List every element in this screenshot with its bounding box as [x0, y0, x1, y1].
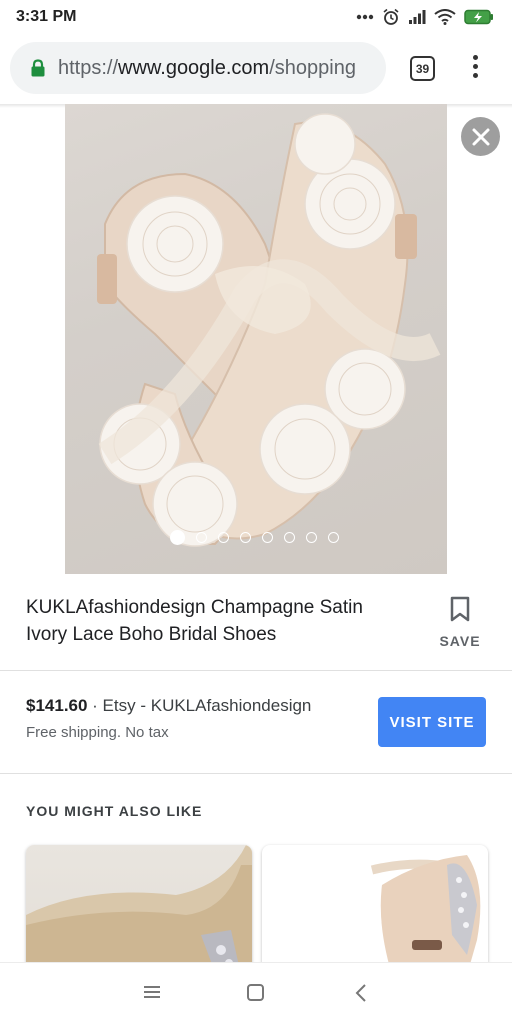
carousel-dot[interactable]	[196, 532, 207, 543]
divider	[0, 670, 512, 671]
back-icon[interactable]	[354, 983, 368, 1003]
section-heading: YOU MIGHT ALSO LIKE	[26, 803, 203, 819]
system-nav-bar	[0, 962, 512, 1024]
divider	[0, 773, 512, 774]
ankle-strap-heel-photo	[370, 855, 481, 975]
status-time: 3:31 PM	[16, 8, 77, 25]
bookmark-icon	[450, 596, 470, 622]
glitter-pump-photo	[26, 845, 252, 975]
carousel-dots	[170, 530, 339, 545]
url-path: /shopping	[269, 56, 356, 79]
lock-icon	[31, 59, 45, 77]
product-image[interactable]	[65, 104, 447, 574]
carousel-dot[interactable]	[328, 532, 339, 543]
url-domain: www.google.com	[118, 56, 270, 79]
carousel-dot[interactable]	[306, 532, 317, 543]
recommendation-card[interactable]	[26, 845, 252, 975]
url-scheme: https://	[58, 56, 119, 79]
home-icon[interactable]	[246, 983, 266, 1003]
seller-name: · Etsy - KUKLAfashiondesign	[87, 696, 312, 715]
price: $141.60	[26, 696, 88, 715]
wifi-icon	[434, 9, 456, 25]
tab-switcher-icon[interactable]: 39	[410, 56, 435, 81]
signal-icon	[409, 10, 426, 24]
carousel-dot[interactable]	[240, 532, 251, 543]
visit-site-button[interactable]: VISIT SITE	[378, 697, 486, 747]
carousel-dot[interactable]	[262, 532, 273, 543]
recommendation-card[interactable]	[262, 845, 488, 975]
save-label: SAVE	[439, 633, 481, 649]
overflow-menu-icon[interactable]	[466, 55, 484, 83]
browser-toolbar: https://www.google.com/shopping 39	[0, 34, 512, 104]
bridal-shoes-photo	[97, 113, 441, 547]
battery-charging-icon	[464, 9, 493, 25]
status-bar: 3:31 PM	[0, 0, 512, 34]
close-icon	[472, 128, 489, 145]
address-bar[interactable]: https://www.google.com/shopping	[10, 42, 386, 94]
alarm-icon	[383, 8, 399, 25]
product-title: KUKLAfashiondesign Champagne Satin Ivory…	[26, 597, 363, 645]
carousel-dot[interactable]	[170, 530, 185, 545]
carousel-dot[interactable]	[284, 532, 295, 543]
shipping-info: Free shipping. No tax	[26, 724, 169, 741]
recents-icon[interactable]	[143, 983, 161, 1001]
url-text: https://www.google.com/shopping	[58, 57, 356, 80]
carousel-dot[interactable]	[218, 532, 229, 543]
save-button[interactable]: SAVE	[432, 596, 488, 649]
status-icons	[356, 8, 494, 26]
price-line: $141.60 · Etsy - KUKLAfashiondesign	[26, 696, 311, 716]
more-dots-icon	[356, 14, 374, 20]
close-button[interactable]	[461, 117, 500, 156]
